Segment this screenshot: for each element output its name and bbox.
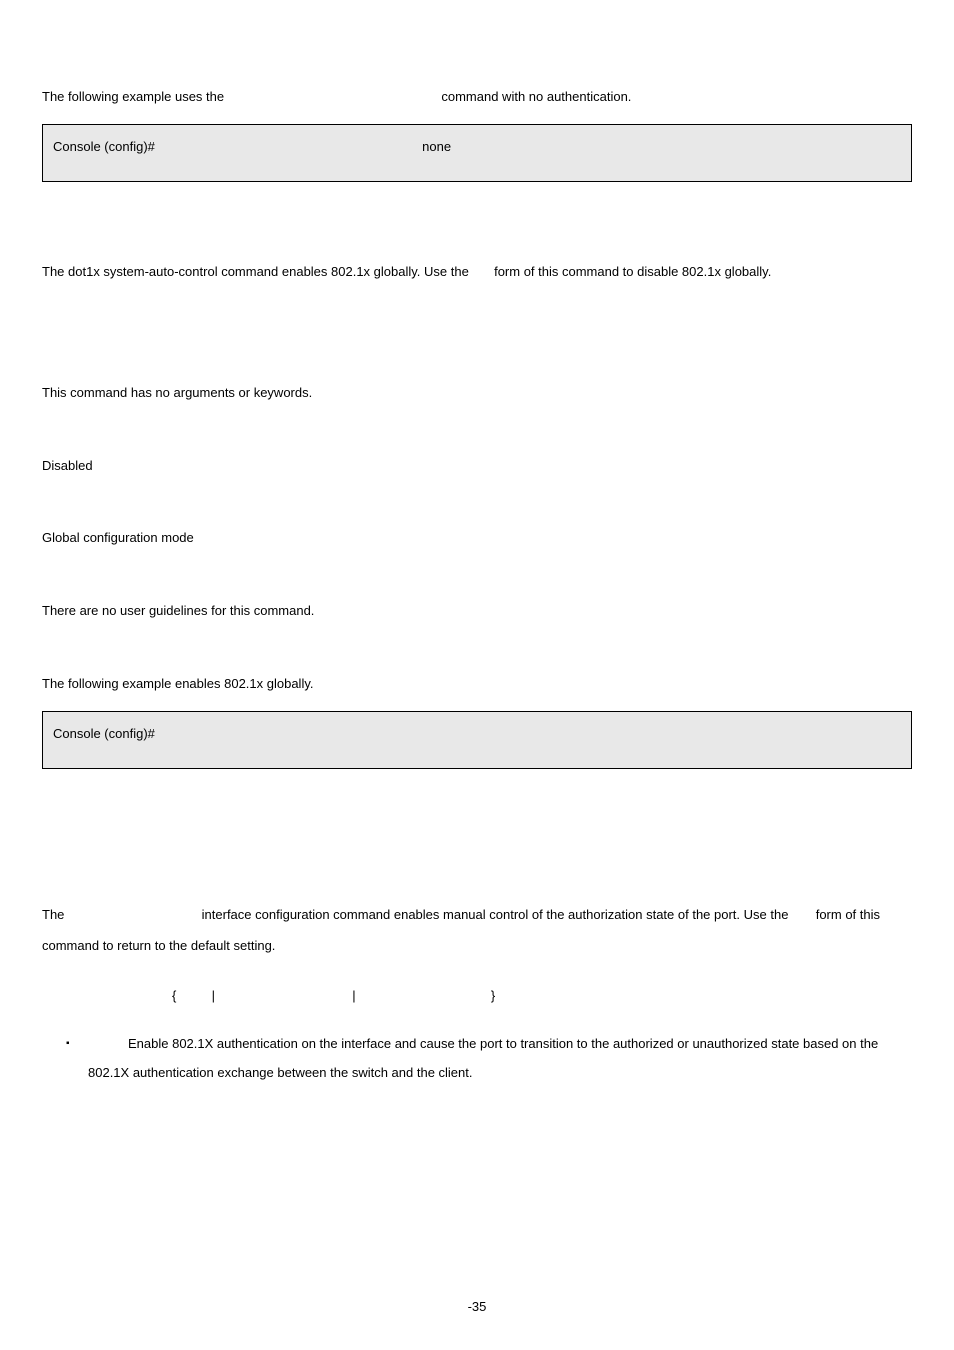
syntax-line: { | | } — [172, 984, 912, 1009]
intro-line: The following example uses the command w… — [42, 85, 912, 110]
port-control-desc: The interface configuration command enab… — [42, 899, 912, 961]
desc-pre: The dot1x system-auto-control command en… — [42, 264, 469, 279]
page-number: -35 — [0, 1295, 954, 1320]
brace-close: } — [491, 988, 495, 1003]
pipe-1: | — [212, 988, 215, 1003]
default-val: Disabled — [42, 454, 912, 479]
desc-post: form of this command to disable 802.1x g… — [494, 264, 771, 279]
desc-line: The dot1x system-auto-control command en… — [42, 260, 912, 285]
code2-prompt: Console (config)# — [53, 726, 155, 741]
example2-intro: The following example enables 802.1x glo… — [42, 672, 912, 697]
pc-mid: interface configuration command enables … — [202, 907, 789, 922]
guidelines: There are no user guidelines for this co… — [42, 599, 912, 624]
pc-pre: The — [42, 907, 64, 922]
code1-arg: none — [422, 139, 451, 154]
no-args: This command has no arguments or keyword… — [42, 381, 912, 406]
command-mode: Global configuration mode — [42, 526, 912, 551]
bullet-text-content: Enable 802.1X authentication on the inte… — [88, 1036, 878, 1080]
pipe-2: | — [352, 988, 355, 1003]
intro-pre: The following example uses the — [42, 89, 224, 104]
bullet-square-icon: ▪ — [66, 1030, 88, 1087]
code-block-1: Console (config)# none — [42, 124, 912, 183]
code1-prompt: Console (config)# — [53, 139, 155, 154]
bullet-text: Enable 802.1X authentication on the inte… — [88, 1030, 912, 1087]
code-block-2: Console (config)# — [42, 711, 912, 770]
bullet-item: ▪ Enable 802.1X authentication on the in… — [66, 1030, 912, 1087]
intro-post: command with no authentication. — [441, 89, 631, 104]
brace-open: { — [172, 988, 176, 1003]
